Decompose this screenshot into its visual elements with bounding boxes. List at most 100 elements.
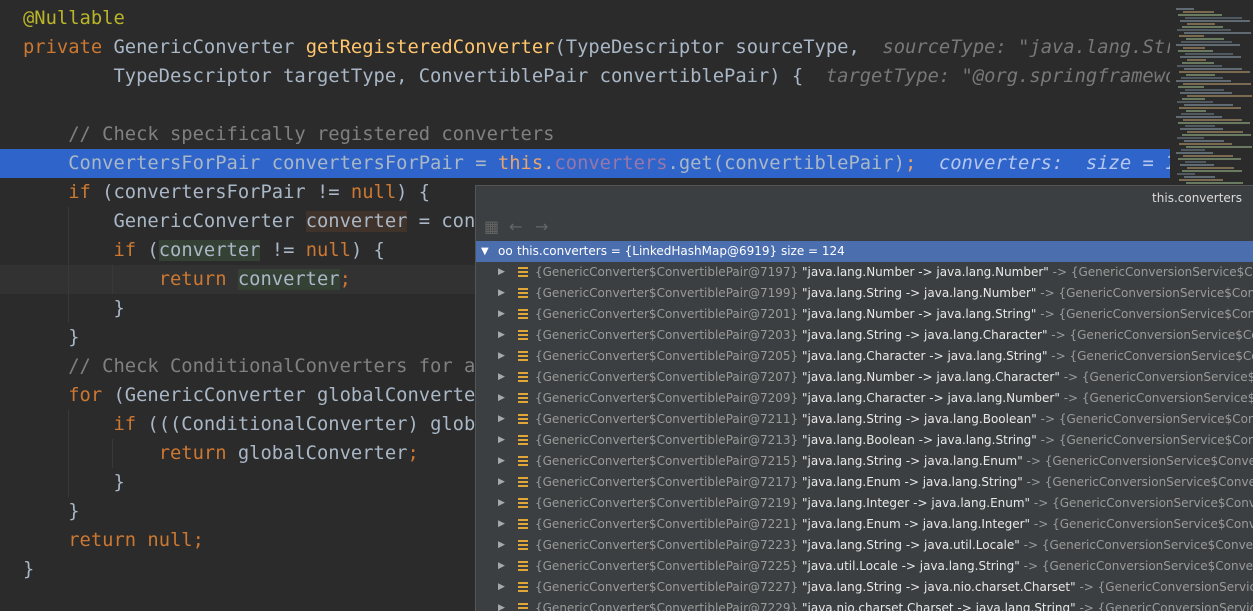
collapsed-arrow-icon[interactable]: ▶: [498, 535, 505, 556]
entry-text: {GenericConverter$ConvertiblePair@7225} …: [535, 556, 1253, 577]
minimap-line: [1182, 62, 1214, 64]
code-line[interactable]: TypeDescriptor targetType, ConvertiblePa…: [0, 62, 1170, 91]
entry-mapsto: ->: [1037, 412, 1059, 426]
tree-entry-row[interactable]: ▶ {GenericConverter$ConvertiblePair@7197}…: [476, 262, 1253, 283]
expanded-arrow-icon[interactable]: ▼: [481, 241, 489, 262]
code-token: (TypeDescriptor sourceType,: [554, 37, 882, 58]
entry-key: {GenericConverter$ConvertiblePair@7197}: [535, 265, 798, 279]
collapsed-arrow-icon[interactable]: ▶: [498, 409, 505, 430]
collapsed-arrow-icon[interactable]: ▶: [498, 472, 505, 493]
tree-entry-row[interactable]: ▶ {GenericConverter$ConvertiblePair@7219}…: [476, 493, 1253, 514]
entry-value: "java.lang.Enum -> java.lang.String": [798, 475, 1023, 489]
code-token: }: [23, 472, 125, 493]
code-token: if: [113, 414, 147, 435]
code-token: getRegisteredConverter: [306, 37, 555, 58]
entry-key: {GenericConverter$ConvertiblePair@7227}: [535, 580, 798, 594]
collapsed-arrow-icon[interactable]: ▶: [498, 598, 505, 611]
code-token: // Check specifically registered convert…: [23, 124, 554, 145]
indent-guide: [68, 410, 69, 497]
map-entry-icon: [518, 267, 528, 277]
entry-value: "java.lang.String -> java.util.Locale": [798, 538, 1020, 552]
minimap-line: [1187, 59, 1206, 61]
code-line[interactable]: [0, 91, 1170, 120]
collapsed-arrow-icon[interactable]: ▶: [498, 514, 505, 535]
code-token: (: [147, 240, 158, 261]
map-entry-icon: [518, 372, 528, 382]
watch-glasses-icon: oo: [498, 241, 513, 262]
collapsed-arrow-icon[interactable]: ▶: [498, 304, 505, 325]
entry-value: "java.lang.String -> java.lang.Character…: [798, 328, 1047, 342]
entry-key: {GenericConverter$ConvertiblePair@7217}: [535, 475, 798, 489]
code-line[interactable]: ConvertersForPair convertersForPair = th…: [0, 149, 1170, 178]
tree-root-row[interactable]: ▼ oo this.converters = {LinkedHashMap@69…: [476, 241, 1253, 262]
tree-entry-row[interactable]: ▶{GenericConverter$ConvertiblePair@7215}…: [476, 451, 1253, 472]
code-token: converter: [238, 269, 340, 290]
tree-entry-row[interactable]: ▶{GenericConverter$ConvertiblePair@7221}…: [476, 514, 1253, 535]
entry-text: {GenericConverter$ConvertiblePair@7197} …: [535, 262, 1253, 283]
collapsed-arrow-icon[interactable]: ▶: [498, 577, 505, 598]
code-token: ) {: [396, 182, 430, 203]
code-token: null: [306, 240, 351, 261]
minimap-line: [1181, 77, 1223, 79]
tree-entry-row[interactable]: ▶{GenericConverter$ConvertiblePair@7205}…: [476, 346, 1253, 367]
indent-guide: [112, 265, 113, 294]
collapsed-arrow-icon[interactable]: ▶: [498, 325, 505, 346]
collapsed-arrow-icon[interactable]: ▶: [498, 367, 505, 388]
code-token: ConvertersForPair convertersForPair =: [23, 153, 498, 174]
collapsed-arrow-icon[interactable]: ▶: [498, 493, 505, 514]
folder-icon[interactable]: ▦: [484, 217, 499, 236]
minimap-line: [1186, 38, 1224, 40]
code-line[interactable]: private GenericConverter getRegisteredCo…: [0, 33, 1170, 62]
minimap-line: [1181, 113, 1214, 115]
minimap-line: [1185, 17, 1242, 19]
minimap-line: [1176, 80, 1231, 82]
tree-entry-row[interactable]: ▶{GenericConverter$ConvertiblePair@7229}…: [476, 598, 1253, 611]
tree-entry-row[interactable]: ▶ {GenericConverter$ConvertiblePair@7201}…: [476, 304, 1253, 325]
collapsed-arrow-icon[interactable]: ▶: [498, 556, 505, 577]
forward-arrow-icon[interactable]: →: [535, 217, 548, 236]
code-token: GenericConverter: [113, 37, 305, 58]
tree-entry-row[interactable]: ▶{GenericConverter$ConvertiblePair@7213}…: [476, 430, 1253, 451]
collapsed-arrow-icon[interactable]: ▶: [498, 262, 505, 283]
entry-mapsto: ->: [1023, 454, 1045, 468]
debugger-value-popup[interactable]: this.converters ▦ ← → ▼ oo this.converte…: [475, 185, 1253, 611]
code-token: [23, 182, 68, 203]
code-token: [23, 443, 159, 464]
collapsed-arrow-icon[interactable]: ▶: [498, 388, 505, 409]
tree-entry-row[interactable]: ▶ {GenericConverter$ConvertiblePair@7227}…: [476, 577, 1253, 598]
collapsed-arrow-icon[interactable]: ▶: [498, 430, 505, 451]
tree-entry-row[interactable]: ▶{GenericConverter$ConvertiblePair@7207}…: [476, 367, 1253, 388]
code-token: [23, 530, 68, 551]
entry-key: {GenericConverter$ConvertiblePair@7201}: [535, 307, 798, 321]
back-arrow-icon[interactable]: ←: [509, 217, 522, 236]
minimap-line: [1179, 71, 1250, 73]
minimap-line: [1176, 44, 1240, 46]
minimap-line: [1179, 179, 1223, 181]
entry-mapsto: ->: [1060, 370, 1082, 384]
tree-entry-row[interactable]: ▶{GenericConverter$ConvertiblePair@7223}…: [476, 535, 1253, 556]
minimap-line: [1180, 92, 1232, 94]
minimap-line: [1176, 116, 1222, 118]
inline-debug-hint: targetType: "@org.springframework: [826, 66, 1170, 87]
minimap-line: [1179, 143, 1232, 145]
tree-entry-row[interactable]: ▶ {GenericConverter$ConvertiblePair@7225}…: [476, 556, 1253, 577]
code-line[interactable]: @Nullable: [0, 4, 1170, 33]
collapsed-arrow-icon[interactable]: ▶: [498, 346, 505, 367]
minimap-line: [1176, 152, 1213, 154]
entry-value: "java.lang.Number -> java.lang.String": [798, 307, 1036, 321]
code-token: return: [159, 269, 238, 290]
tree-entry-row[interactable]: ▶ {GenericConverter$ConvertiblePair@7217}…: [476, 472, 1253, 493]
code-token: }: [23, 559, 34, 580]
entry-target: {GenericConversionService$Converter: [1071, 265, 1253, 279]
tree-entry-row[interactable]: ▶{GenericConverter$ConvertiblePair@7209}…: [476, 388, 1253, 409]
collapsed-arrow-icon[interactable]: ▶: [498, 283, 505, 304]
minimap-line: [1183, 11, 1214, 13]
tree-entry-row[interactable]: ▶{GenericConverter$ConvertiblePair@7199}…: [476, 283, 1253, 304]
tree-entry-row[interactable]: ▶{GenericConverter$ConvertiblePair@7211}…: [476, 409, 1253, 430]
code-token: .get(convertiblePair): [668, 153, 905, 174]
tree-entry-row[interactable]: ▶{GenericConverter$ConvertiblePair@7203}…: [476, 325, 1253, 346]
collapsed-arrow-icon[interactable]: ▶: [498, 451, 505, 472]
entry-key: {GenericConverter$ConvertiblePair@7219}: [535, 496, 798, 510]
code-token: [23, 269, 159, 290]
code-line[interactable]: // Check specifically registered convert…: [0, 120, 1170, 149]
